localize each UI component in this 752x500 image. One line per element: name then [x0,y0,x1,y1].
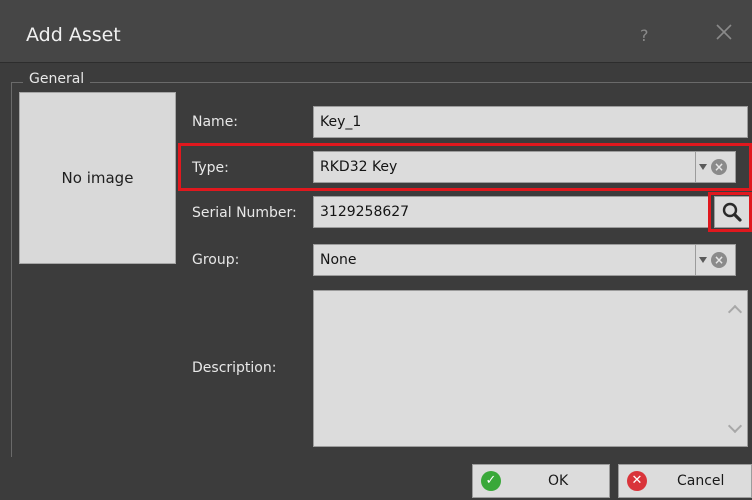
ok-button-label: OK [548,473,569,489]
cancel-button[interactable]: ✕ Cancel [618,464,752,498]
close-icon[interactable] [712,20,736,44]
general-group-legend: General [23,71,91,87]
scroll-up-icon[interactable] [727,304,743,320]
description-scrollbar[interactable] [725,291,747,446]
serial-number-input[interactable]: 3129258627 [313,196,710,228]
cancel-icon: ✕ [627,471,647,491]
no-image-label: No image [61,169,134,187]
name-label: Name: [192,114,239,130]
clear-icon[interactable]: × [711,252,727,268]
asset-image-placeholder[interactable]: No image [19,92,176,264]
ok-button[interactable]: ✓ OK [472,464,610,498]
search-highlight [708,192,752,232]
scroll-down-icon[interactable] [727,418,743,434]
dialog-title: Add Asset [26,24,121,46]
type-highlight [178,143,752,191]
help-button[interactable]: ? [640,26,649,45]
serial-number-label: Serial Number: [192,205,297,221]
name-input[interactable]: Key_1 [313,106,748,138]
group-combo-buttons: × [696,244,736,276]
check-icon: ✓ [481,471,501,491]
chevron-down-icon[interactable] [699,257,707,263]
description-label: Description: [192,360,277,376]
description-textarea[interactable] [313,290,748,447]
cancel-button-label: Cancel [677,473,725,489]
dialog-titlebar: Add Asset ? [0,0,752,63]
group-select[interactable]: None [313,244,696,276]
group-label: Group: [192,252,240,268]
